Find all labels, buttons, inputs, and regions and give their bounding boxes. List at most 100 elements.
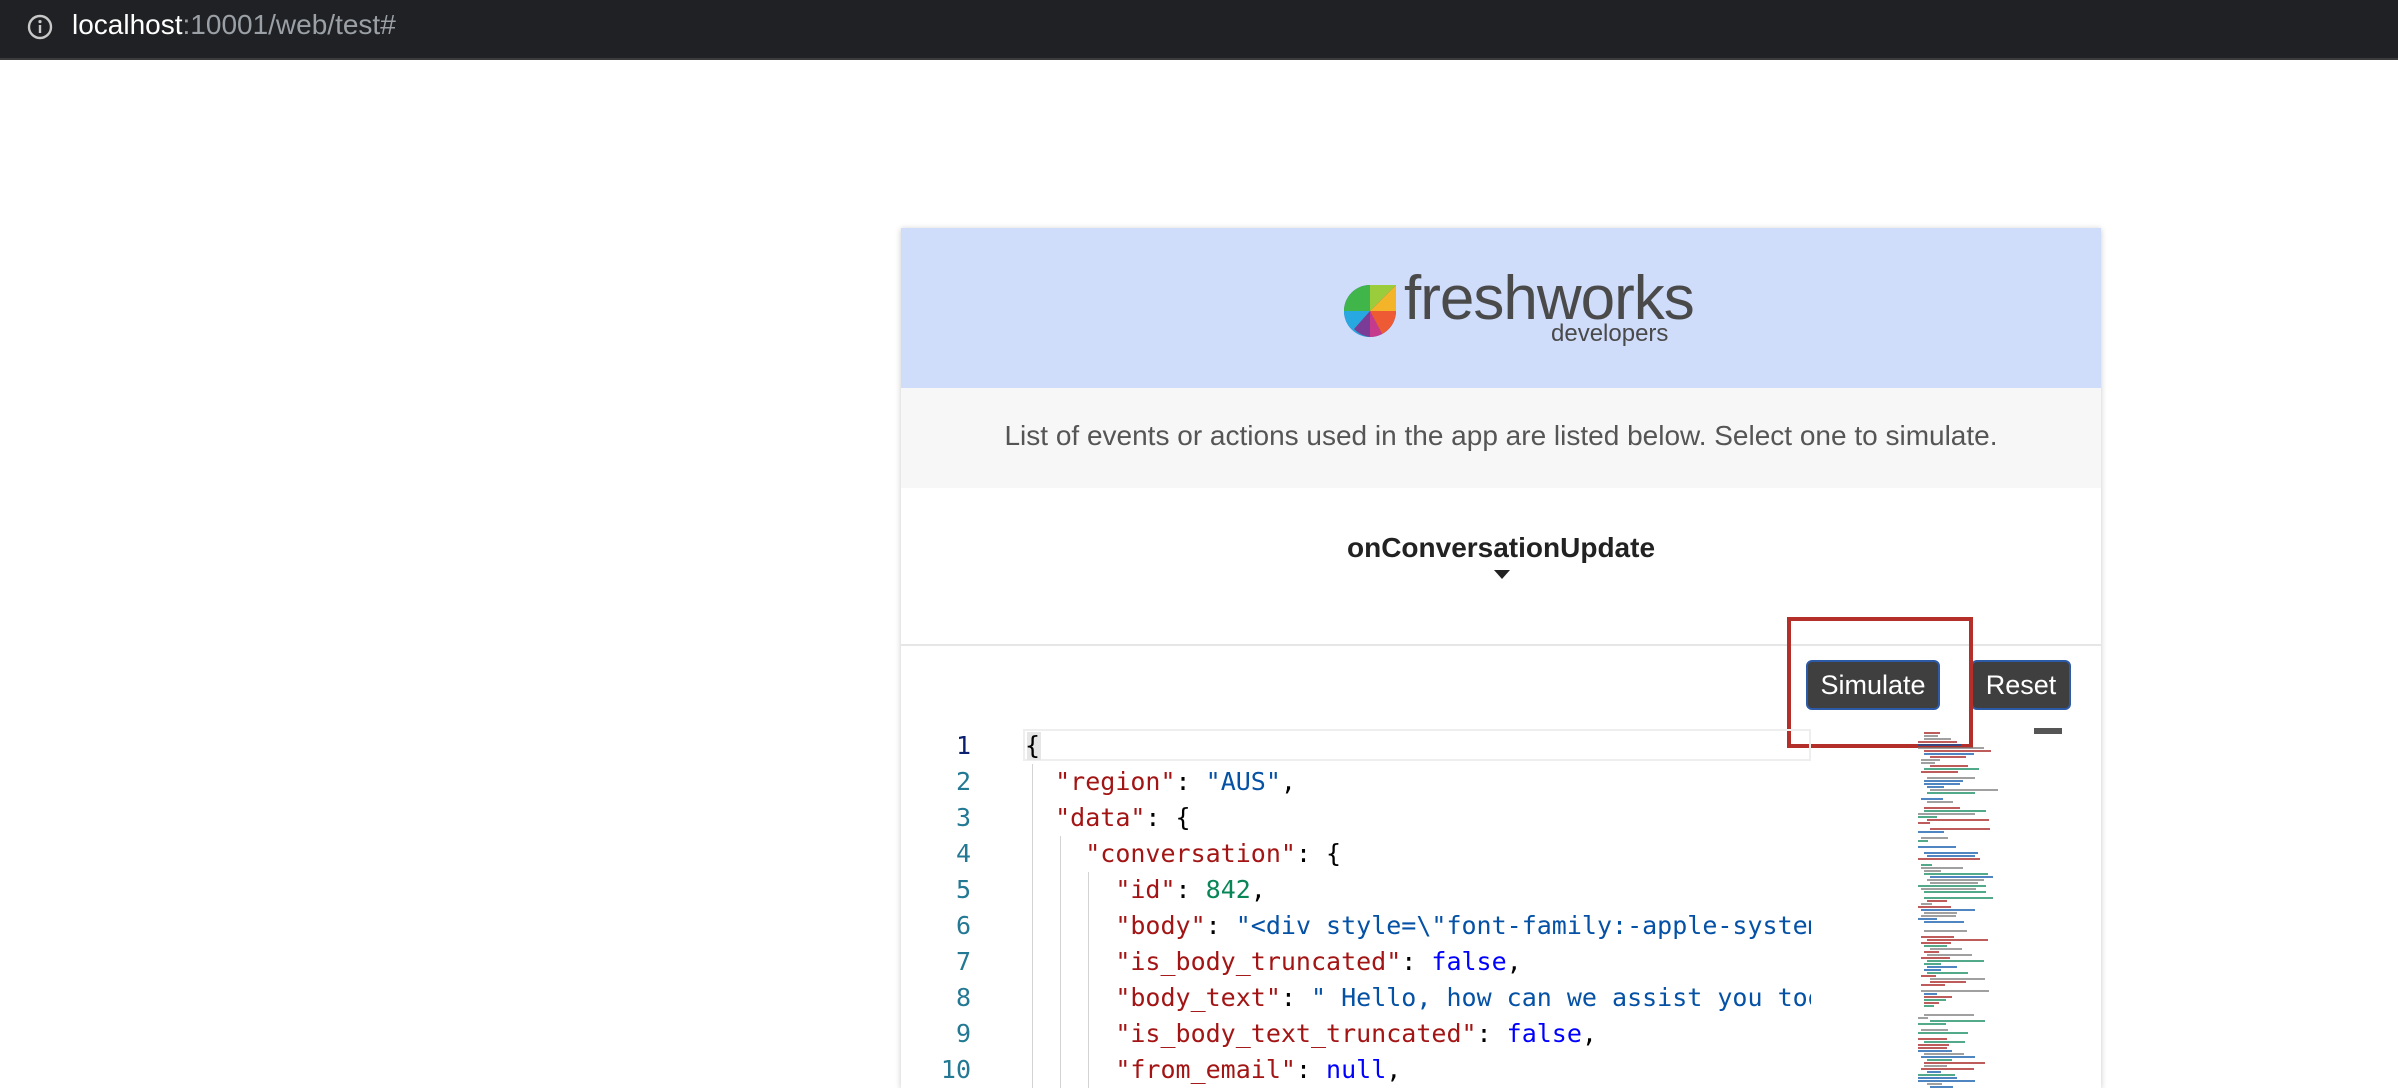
minimap-line [1927, 819, 1989, 821]
minimap-line [1930, 828, 1990, 830]
minimap-line [1918, 1044, 1949, 1046]
minimap-line [1927, 960, 1984, 962]
minimap-line [1927, 954, 1972, 956]
minimap-line [1921, 762, 1935, 764]
minimap-line [1927, 792, 1975, 794]
minimap-line [1918, 885, 1986, 887]
minimap-line [1924, 768, 1979, 770]
caret-down-icon[interactable] [1494, 570, 1510, 579]
minimap-line [1921, 942, 1951, 944]
brand-header: freshworks developers [901, 228, 2101, 388]
minimap-line [1930, 789, 1998, 791]
minimap-line [1924, 810, 1986, 812]
minimap-line [1918, 747, 1984, 749]
code-token: , [1250, 875, 1266, 904]
editor-scrollbar[interactable] [2034, 728, 2062, 734]
minimap-line [1930, 981, 1966, 983]
minimap-line [1930, 765, 1968, 767]
minimap-line [1924, 951, 1939, 953]
minimap-line [1924, 1041, 1965, 1043]
minimap-line [1918, 831, 1944, 833]
minimap-line [1927, 972, 1968, 974]
event-select[interactable]: onConversationUpdate [901, 532, 2101, 564]
minimap-line [1921, 936, 1954, 938]
minimap-line [1921, 1068, 1974, 1070]
minimap-line [1924, 930, 1967, 932]
code-token: : [1205, 911, 1236, 940]
json-editor[interactable]: 1 2 3 4 5 6 7 8 9 10 { "region": "AUS", "data": {… [901, 728, 2101, 1088]
code-line: "from_email": null, [1025, 1052, 1401, 1088]
minimap-line [1921, 903, 1932, 905]
code-line: "is_body_text_truncated": false, [1025, 1016, 1597, 1052]
minimap-line [1924, 1062, 1985, 1064]
code-token: null [1326, 1055, 1387, 1084]
info-icon[interactable] [26, 13, 54, 41]
minimap-line [1924, 993, 1937, 995]
minimap-line [1918, 846, 1956, 848]
code-token: : [1175, 767, 1206, 796]
minimap-line [1921, 915, 1956, 917]
minimap-line [1930, 756, 1966, 758]
minimap-line [1924, 870, 1941, 872]
url-path: :10001/web/test# [182, 9, 396, 40]
minimap-line [1927, 1059, 1952, 1061]
minimap-line [1921, 798, 1943, 800]
minimap-line [1930, 948, 1962, 950]
code-area[interactable]: { "region": "AUS", "data": { "conversati… [1025, 728, 1811, 1088]
minimap-line [1921, 909, 1975, 911]
code-token: false [1431, 947, 1507, 976]
code-token: "is_body_truncated" [1115, 947, 1402, 976]
line-number: 9 [955, 1019, 971, 1048]
code-line: "body_text": " Hello, how can we assist … [1025, 980, 1811, 1016]
minimap-line [1924, 780, 1963, 782]
editor-minimap[interactable] [1910, 728, 2036, 1088]
minimap-line [1924, 999, 1946, 1001]
line-number: 10 [940, 1055, 971, 1084]
code-line: "id": 842, [1025, 872, 1266, 908]
code-line: "is_body_truncated": false, [1025, 944, 1522, 980]
browser-address-bar[interactable]: localhost:10001/web/test# [0, 0, 2398, 60]
minimap-line [1918, 918, 1937, 920]
minimap-line [1927, 855, 1975, 857]
minimap-line [1921, 975, 1936, 977]
minimap-line [1921, 1056, 1975, 1058]
minimap-line [1927, 1083, 1942, 1085]
minimap-line [1927, 777, 1975, 779]
code-token: : { [1145, 803, 1191, 832]
minimap-line [1924, 996, 1952, 998]
minimap-line [1924, 735, 1938, 737]
intro-text: List of events or actions used in the ap… [1004, 420, 1998, 451]
minimap-line [1918, 813, 1975, 815]
url-host: localhost [72, 9, 183, 40]
code-token: "is_body_text_truncated" [1115, 1019, 1477, 1048]
minimap-line [1921, 984, 1945, 986]
code-token: , [1581, 1019, 1597, 1048]
code-token: : [1401, 947, 1432, 976]
code-token: "conversation" [1085, 839, 1296, 868]
code-token: "data" [1055, 803, 1146, 832]
minimap-line [1924, 807, 1960, 809]
minimap-line [1930, 882, 1978, 884]
minimap-line [1918, 858, 1980, 860]
url-text[interactable]: localhost:10001/web/test# [72, 8, 396, 42]
reset-button[interactable]: Reset [1971, 660, 2071, 710]
minimap-line [1927, 879, 1984, 881]
minimap-line [1924, 1065, 1947, 1067]
minimap-line [1921, 864, 1932, 866]
minimap-line [1924, 1053, 1964, 1055]
brand-subtitle: developers [1551, 320, 1669, 347]
minimap-line [1918, 1074, 1955, 1076]
minimap-line [1927, 939, 1988, 941]
minimap-line [1921, 837, 1948, 839]
code-token: , [1506, 947, 1522, 976]
minimap-line [1921, 771, 1958, 773]
minimap-line [1924, 891, 1986, 893]
minimap-line [1918, 1017, 1928, 1019]
code-token: "body" [1115, 911, 1206, 940]
